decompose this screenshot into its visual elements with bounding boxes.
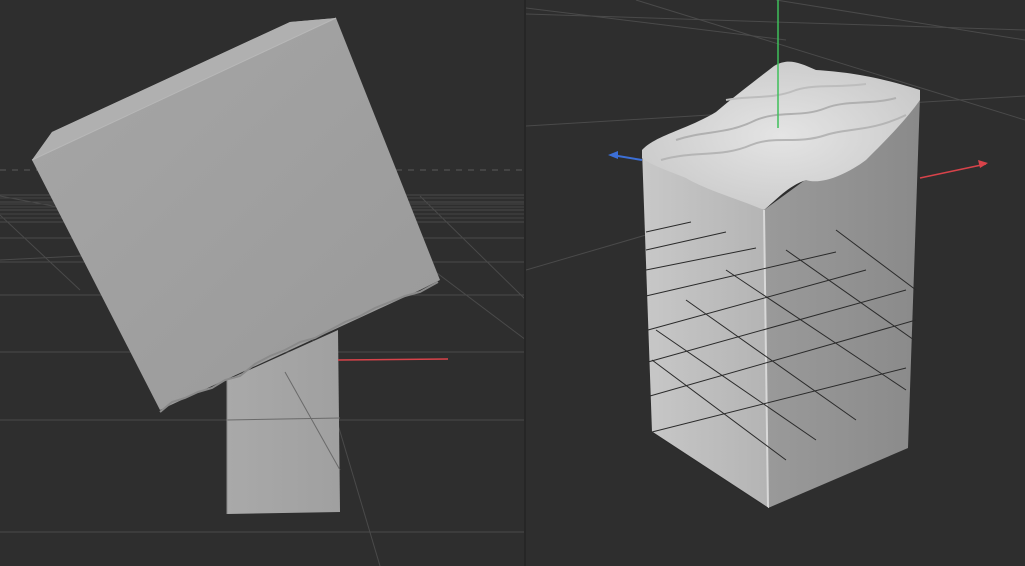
viewport-right-canvas[interactable] [526, 0, 1025, 566]
tilted-cube[interactable] [31, 17, 440, 413]
z-axis-arrow [608, 151, 618, 159]
x-axis-line [337, 358, 449, 361]
x-axis-arrow [978, 160, 988, 168]
viewport-left[interactable] [0, 0, 526, 566]
viewport-left-canvas[interactable] [0, 0, 526, 566]
x-axis-line-right [919, 163, 987, 179]
viewport-right[interactable] [526, 0, 1025, 566]
